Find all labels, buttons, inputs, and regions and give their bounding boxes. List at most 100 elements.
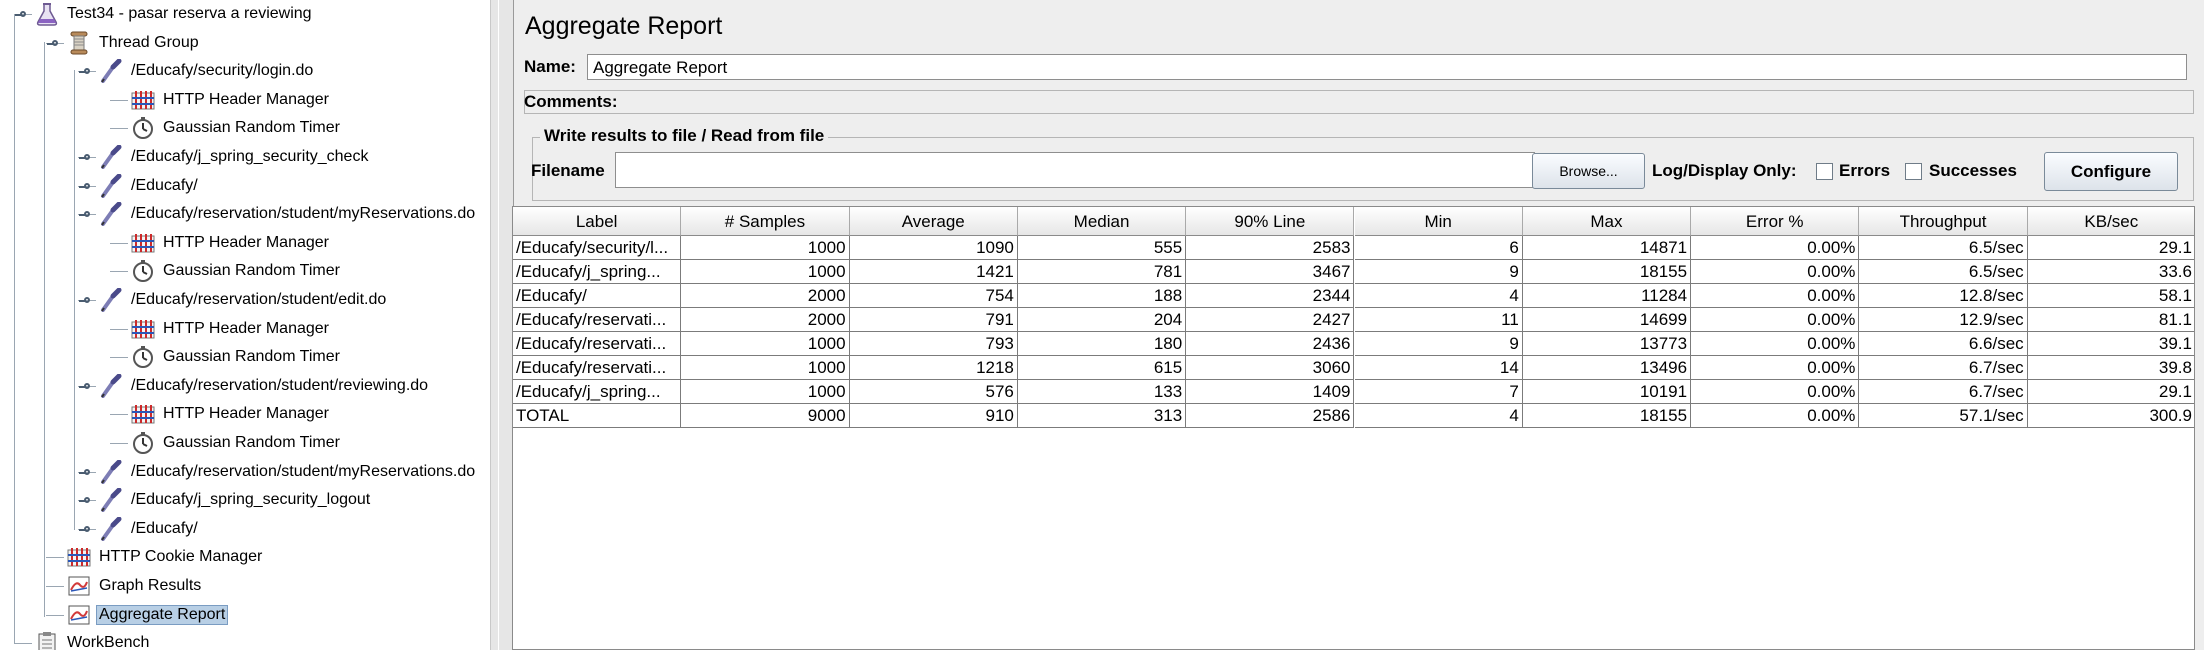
table-cell[interactable]: 39.1 <box>2027 332 2194 356</box>
tree-node[interactable]: /Educafy/reservation/student/myReservati… <box>98 200 478 228</box>
table-cell[interactable]: 188 <box>1017 284 1187 308</box>
tree-node[interactable]: /Educafy/ <box>98 515 201 543</box>
table-cell[interactable]: 0.00% <box>1691 308 1860 332</box>
table-cell[interactable]: 2583 <box>1186 236 1355 260</box>
tree-expand-toggle-icon[interactable] <box>79 210 90 221</box>
table-cell[interactable]: 58.1 <box>2027 284 2194 308</box>
column-header[interactable]: Max <box>1522 207 1692 236</box>
row-label-cell[interactable]: TOTAL <box>513 404 682 428</box>
column-header[interactable]: KB/sec <box>2027 207 2194 236</box>
table-cell[interactable]: 6.5/sec <box>1859 236 2028 260</box>
table-cell[interactable]: 9000 <box>681 404 850 428</box>
tree-node[interactable]: Gaussian Random Timer <box>130 343 343 371</box>
table-cell[interactable]: 3060 <box>1186 356 1355 380</box>
table-cell[interactable]: 13773 <box>1522 332 1692 356</box>
tree-expand-toggle-icon[interactable] <box>79 296 90 307</box>
table-cell[interactable]: 2436 <box>1186 332 1355 356</box>
aggregate-results-table[interactable]: Label # Samples Average Median 90% Line Min Ma… <box>512 206 2195 650</box>
table-cell[interactable]: 11 <box>1354 308 1523 332</box>
table-cell[interactable]: 29.1 <box>2027 236 2194 260</box>
table-cell[interactable]: 0.00% <box>1691 284 1860 308</box>
tree-node[interactable]: HTTP Header Manager <box>130 229 332 257</box>
table-cell[interactable]: 14871 <box>1522 236 1692 260</box>
tree-expand-toggle-icon[interactable] <box>47 39 58 50</box>
tree-node[interactable]: WorkBench <box>34 629 152 650</box>
tree-node[interactable]: Graph Results <box>66 572 204 600</box>
table-cell[interactable]: 555 <box>1017 236 1187 260</box>
column-header[interactable]: Min <box>1354 207 1523 236</box>
tree-node[interactable]: /Educafy/reservation/student/myReservati… <box>98 458 478 486</box>
comments-field[interactable] <box>524 90 2194 114</box>
table-cell[interactable]: 57.1/sec <box>1859 404 2028 428</box>
tree-expand-toggle-icon[interactable] <box>79 496 90 507</box>
table-cell[interactable]: 793 <box>849 332 1018 356</box>
tree-node[interactable]: Gaussian Random Timer <box>130 429 343 457</box>
table-cell[interactable]: 18155 <box>1522 404 1692 428</box>
tree-expand-toggle-icon[interactable] <box>79 153 90 164</box>
table-cell[interactable]: 781 <box>1017 260 1187 284</box>
row-label-cell[interactable]: /Educafy/j_spring... <box>513 260 682 284</box>
tree-expand-toggle-icon[interactable] <box>15 10 26 21</box>
table-cell[interactable]: 2586 <box>1186 404 1355 428</box>
row-label-cell[interactable]: /Educafy/reservati... <box>513 356 682 380</box>
table-cell[interactable]: 754 <box>849 284 1018 308</box>
tree-expand-toggle-icon[interactable] <box>79 182 90 193</box>
tree-node[interactable]: /Educafy/reservation/student/edit.do <box>98 286 389 314</box>
row-label-cell[interactable]: /Educafy/reservati... <box>513 308 682 332</box>
table-cell[interactable]: 81.1 <box>2027 308 2194 332</box>
table-cell[interactable]: 791 <box>849 308 1018 332</box>
table-cell[interactable]: 12.8/sec <box>1859 284 2028 308</box>
table-cell[interactable]: 4 <box>1354 404 1523 428</box>
row-label-cell[interactable]: /Educafy/reservati... <box>513 332 682 356</box>
row-label-cell[interactable]: /Educafy/j_spring... <box>513 380 682 404</box>
tree-node[interactable]: /Educafy/reservation/student/reviewing.d… <box>98 372 431 400</box>
table-cell[interactable]: 1218 <box>849 356 1018 380</box>
table-cell[interactable]: 615 <box>1017 356 1187 380</box>
tree-expand-toggle-icon[interactable] <box>79 382 90 393</box>
table-cell[interactable]: 180 <box>1017 332 1187 356</box>
tree-node[interactable]: HTTP Header Manager <box>130 86 332 114</box>
table-cell[interactable]: 0.00% <box>1691 380 1860 404</box>
column-header[interactable]: Throughput <box>1859 207 2028 236</box>
tree-expand-toggle-icon[interactable] <box>79 525 90 536</box>
test-plan-tree[interactable]: Test34 - pasar reserva a reviewing Thread… <box>0 0 490 650</box>
table-cell[interactable]: 300.9 <box>2027 404 2194 428</box>
name-field[interactable]: Aggregate Report <box>587 54 2187 80</box>
table-cell[interactable]: 14 <box>1354 356 1523 380</box>
table-cell[interactable]: 204 <box>1017 308 1187 332</box>
table-cell[interactable]: 14699 <box>1522 308 1692 332</box>
table-cell[interactable]: 6.6/sec <box>1859 332 2028 356</box>
errors-checkbox[interactable] <box>1816 163 1833 180</box>
table-cell[interactable]: 2427 <box>1186 308 1355 332</box>
split-pane-divider[interactable] <box>490 0 514 650</box>
table-cell[interactable]: 10191 <box>1522 380 1692 404</box>
successes-checkbox[interactable] <box>1905 163 1922 180</box>
configure-button[interactable]: Configure <box>2044 152 2178 191</box>
tree-node[interactable]: Test34 - pasar reserva a reviewing <box>34 0 315 28</box>
table-cell[interactable]: 6 <box>1354 236 1523 260</box>
tree-expand-toggle-icon[interactable] <box>79 67 90 78</box>
table-cell[interactable]: 18155 <box>1522 260 1692 284</box>
tree-node[interactable]: HTTP Cookie Manager <box>66 543 265 571</box>
tree-expand-toggle-icon[interactable] <box>79 468 90 479</box>
tree-node[interactable]: Gaussian Random Timer <box>130 257 343 285</box>
table-cell[interactable]: 29.1 <box>2027 380 2194 404</box>
table-cell[interactable]: 1090 <box>849 236 1018 260</box>
table-cell[interactable]: 12.9/sec <box>1859 308 2028 332</box>
column-header[interactable]: Median <box>1017 207 1187 236</box>
table-cell[interactable]: 1409 <box>1186 380 1355 404</box>
column-header[interactable]: # Samples <box>681 207 850 236</box>
column-header[interactable]: 90% Line <box>1186 207 1355 236</box>
row-label-cell[interactable]: /Educafy/security/l... <box>513 236 682 260</box>
table-cell[interactable]: 2000 <box>681 308 850 332</box>
tree-node[interactable]: /Educafy/j_spring_security_check <box>98 143 371 171</box>
tree-node[interactable]: Thread Group <box>66 29 202 57</box>
table-cell[interactable]: 1000 <box>681 260 850 284</box>
table-cell[interactable]: 1000 <box>681 356 850 380</box>
tree-node[interactable]: /Educafy/j_spring_security_logout <box>98 486 373 514</box>
tree-node[interactable]: /Educafy/security/login.do <box>98 57 316 85</box>
table-cell[interactable]: 133 <box>1017 380 1187 404</box>
table-cell[interactable]: 1000 <box>681 332 850 356</box>
table-cell[interactable]: 0.00% <box>1691 332 1860 356</box>
table-cell[interactable]: 2344 <box>1186 284 1355 308</box>
